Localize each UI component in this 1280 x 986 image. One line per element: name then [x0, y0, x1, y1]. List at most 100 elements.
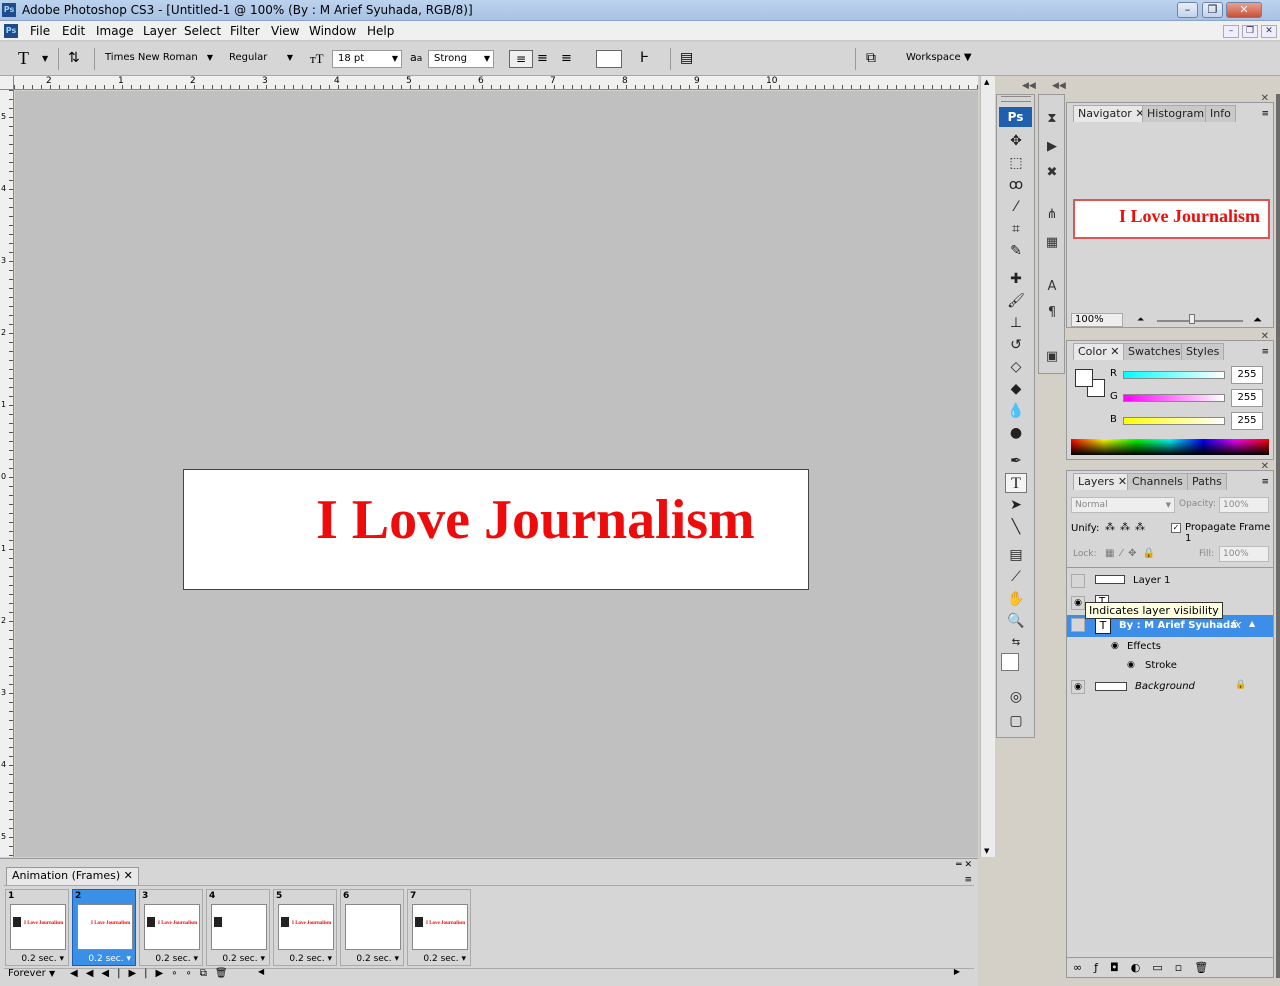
duplicate-frame-icon[interactable]: ⧉ — [200, 968, 215, 979]
line-tool-icon[interactable]: ╲ — [1005, 517, 1027, 537]
add-mask-icon[interactable]: ◘ — [1110, 961, 1131, 974]
menu-view[interactable]: View — [271, 24, 299, 38]
tab-navigator[interactable]: Navigator ✕ — [1073, 105, 1150, 122]
new-group-icon[interactable]: ▭ — [1152, 961, 1174, 974]
frames-scrollbar[interactable]: ◀ ▶ — [258, 967, 960, 979]
close-icon[interactable]: ✕ — [1261, 331, 1269, 342]
marquee-tool-icon[interactable]: ⬚ — [1005, 153, 1027, 173]
frame-delay-select[interactable]: 0.2 sec. ▾ — [21, 954, 64, 964]
dodge-tool-icon[interactable]: ● — [1005, 423, 1027, 443]
link-layers-icon[interactable]: ∞ — [1073, 961, 1094, 974]
animation-frame[interactable]: 6 0.2 sec. ▾ — [340, 889, 404, 966]
panel-menu-icon[interactable]: ≡ — [1261, 477, 1269, 487]
new-layer-icon[interactable]: ▫ — [1175, 961, 1194, 974]
tab-channels[interactable]: Channels — [1127, 473, 1188, 490]
document-text[interactable]: I Love Journalism — [316, 488, 755, 552]
animation-frame[interactable]: 7 I Love Journalism 0.2 sec. ▾ — [407, 889, 471, 966]
frame-delay-select[interactable]: 0.2 sec. ▾ — [423, 954, 466, 964]
panel-menu-icon[interactable]: ≡ — [1261, 109, 1269, 119]
menu-image[interactable]: Image — [96, 24, 134, 38]
brushes-panel-icon[interactable]: ⋔ — [1041, 205, 1063, 225]
animation-frame[interactable]: 4 0.2 sec. ▾ — [206, 889, 270, 966]
zoom-tool-icon[interactable]: 🔍 — [1005, 611, 1027, 631]
visibility-toggle[interactable] — [1071, 618, 1085, 632]
text-color-swatch[interactable] — [596, 50, 622, 68]
crop-tool-icon[interactable]: ⌗ — [1005, 219, 1027, 239]
blend-mode-select[interactable]: Normal ▼ — [1071, 497, 1175, 513]
menu-file[interactable]: File — [30, 24, 50, 38]
actions-panel-icon[interactable]: ▶ — [1041, 137, 1063, 157]
visibility-toggle[interactable] — [1071, 574, 1085, 588]
move-tool-icon[interactable]: ✥ — [1005, 131, 1027, 151]
blur-tool-icon[interactable]: 💧 — [1005, 401, 1027, 421]
swap-colors-icon[interactable]: ⇆ — [1005, 633, 1027, 653]
slice-tool-icon[interactable]: ✎ — [1005, 241, 1027, 261]
quick-mask-icon[interactable]: ◎ — [1005, 687, 1027, 707]
animation-frame[interactable]: 1 I Love Journalism 0.2 sec. ▾ — [5, 889, 69, 966]
frame-delay-select[interactable]: 0.2 sec. ▾ — [222, 954, 265, 964]
foreground-color-box[interactable] — [1075, 369, 1093, 387]
frame-delay-select[interactable]: 0.2 sec. ▾ — [88, 954, 131, 964]
play-icon[interactable]: ▶ — [128, 968, 144, 979]
bridge-icon[interactable]: ⧉ — [866, 50, 876, 66]
layer-row-background[interactable]: ◉ Background 🔒 — [1067, 677, 1273, 697]
history-panel-icon[interactable]: ⧗ — [1041, 109, 1063, 129]
previous-frame-icon[interactable]: ◀| — [101, 968, 128, 979]
menu-edit[interactable]: Edit — [62, 24, 85, 38]
close-icon[interactable]: ✕ — [1261, 93, 1269, 104]
blue-slider[interactable] — [1123, 417, 1225, 425]
panel-collapse-icon[interactable]: ═ ✕ — [956, 860, 972, 870]
menu-layer[interactable]: Layer — [143, 24, 176, 38]
menu-help[interactable]: Help — [367, 24, 394, 38]
zoom-in-icon[interactable]: ⏶ — [1253, 313, 1262, 327]
tab-swatches[interactable]: Swatches — [1123, 343, 1186, 360]
character-panel-icon[interactable]: A — [1041, 277, 1063, 297]
panel-grip[interactable] — [1001, 96, 1031, 102]
panel-menu-icon[interactable]: ≡ — [1261, 347, 1269, 357]
frame-delay-select[interactable]: 0.2 sec. ▾ — [155, 954, 198, 964]
foreground-color-swatch[interactable] — [1001, 653, 1019, 671]
brush-tool-icon[interactable]: 🖌 — [1005, 291, 1027, 311]
clone-source-panel-icon[interactable]: ▦ — [1041, 233, 1063, 253]
scroll-up-icon[interactable]: ▲ — [984, 78, 989, 86]
first-frame-icon[interactable]: ◀◀ — [70, 968, 101, 979]
tab-info[interactable]: Info — [1205, 105, 1236, 122]
scroll-right-icon[interactable]: ▶ — [954, 967, 960, 976]
minimize-button[interactable]: – — [1177, 2, 1198, 18]
tab-histogram[interactable]: Histogram — [1142, 105, 1210, 122]
preset-dropdown-icon[interactable]: ▼ — [42, 54, 48, 63]
tab-layers[interactable]: Layers ✕ — [1073, 473, 1133, 490]
paragraph-panel-icon[interactable]: ¶ — [1041, 303, 1063, 323]
green-slider[interactable] — [1123, 394, 1225, 402]
menu-filter[interactable]: Filter — [230, 24, 260, 38]
delete-layer-icon[interactable]: 🗑 — [1194, 961, 1220, 974]
clone-stamp-tool-icon[interactable]: ⊥ — [1005, 313, 1027, 333]
fill-input[interactable]: 100% — [1219, 546, 1269, 562]
animation-frame[interactable]: 3 I Love Journalism 0.2 sec. ▾ — [139, 889, 203, 966]
add-style-icon[interactable]: ƒ — [1094, 961, 1110, 974]
character-panel-icon[interactable]: ▤ — [680, 50, 693, 66]
align-right-button[interactable]: ≡ — [561, 51, 572, 66]
green-value-input[interactable]: 255 — [1231, 389, 1263, 407]
zoom-out-icon[interactable]: ⏶ — [1137, 315, 1144, 325]
close-button[interactable]: ✕ — [1226, 2, 1262, 18]
align-left-button[interactable]: ≡ — [509, 50, 533, 68]
color-spectrum-bar[interactable] — [1071, 439, 1269, 455]
screen-mode-icon[interactable]: ▢ — [1005, 711, 1027, 731]
vertical-scrollbar[interactable]: ▲ ▼ — [980, 76, 995, 857]
propagate-checkbox[interactable]: ✓ — [1171, 523, 1181, 533]
paint-bucket-tool-icon[interactable]: ◆ — [1005, 379, 1027, 399]
document-canvas[interactable]: I Love Journalism — [183, 469, 809, 590]
panel-menu-icon[interactable]: ≡ — [964, 875, 972, 885]
hand-tool-icon[interactable]: ✋ — [1005, 589, 1027, 609]
type-tool-icon[interactable]: T — [1005, 473, 1027, 493]
blue-value-input[interactable]: 255 — [1231, 412, 1263, 430]
close-icon[interactable]: ✕ — [1261, 461, 1269, 472]
navigator-preview[interactable]: I Love Journalism — [1073, 199, 1270, 239]
tab-styles[interactable]: Styles — [1181, 343, 1225, 360]
delete-frame-icon[interactable]: 🗑 — [215, 968, 236, 979]
healing-brush-tool-icon[interactable]: ✚ — [1005, 269, 1027, 289]
tool-presets-panel-icon[interactable]: ✖ — [1041, 163, 1063, 183]
doc-minimize-button[interactable]: – — [1223, 25, 1239, 38]
tab-color[interactable]: Color ✕ — [1073, 343, 1125, 360]
